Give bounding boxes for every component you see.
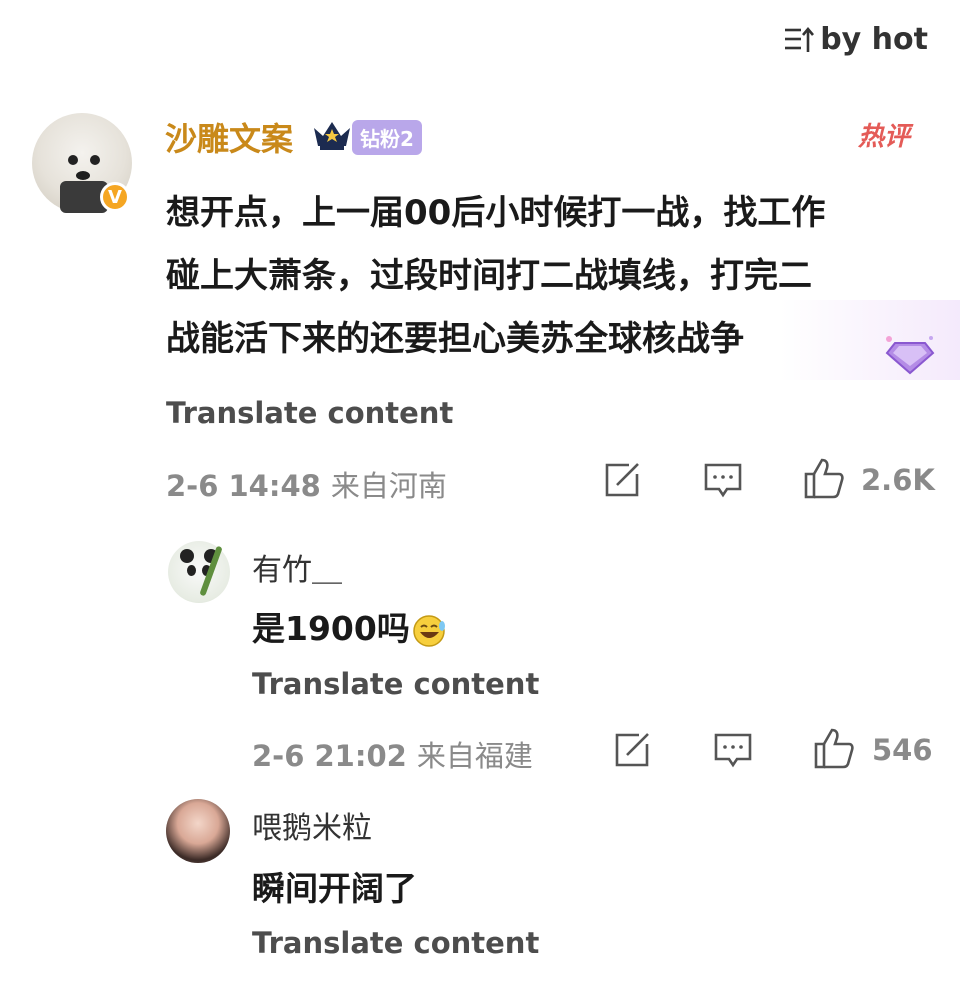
- reply-text-content: 是1900吗: [252, 609, 410, 648]
- fan-level-badge: 钻粉2: [352, 120, 422, 155]
- reply-username[interactable]: 有竹＿: [252, 545, 342, 589]
- avatar[interactable]: [166, 799, 230, 863]
- like-thumb-icon: [804, 458, 844, 499]
- sort-by-hot-button[interactable]: by hot: [784, 22, 928, 57]
- reply-text: 瞬间开阔了: [252, 869, 417, 908]
- comment-text-line: 想开点，上一届00后小时候打一战，找工作: [166, 193, 826, 233]
- like-thumb-icon: [814, 728, 854, 769]
- comment-location: 来自河南: [330, 469, 447, 503]
- translate-content-link[interactable]: Translate content: [166, 396, 453, 430]
- comment-text-line: 战能活下来的还要担心美苏全球核战争: [166, 319, 744, 359]
- comment-icon[interactable]: [713, 732, 753, 770]
- sort-icon: [784, 26, 815, 54]
- gem-icon: [885, 333, 935, 377]
- hot-comment-tag: 热评: [858, 122, 911, 152]
- reply-date: 2-6 21:02: [252, 739, 407, 773]
- like-count: 2.6K: [861, 463, 935, 497]
- reply-meta: 2-6 21:02 来自福建: [252, 733, 533, 775]
- translate-content-link[interactable]: Translate content: [252, 667, 539, 701]
- share-edit-icon[interactable]: [603, 462, 641, 498]
- translate-content-link[interactable]: Translate content: [252, 926, 539, 960]
- like-count: 546: [872, 733, 933, 767]
- comment-text: 想开点，上一届00后小时候打一战，找工作 碰上大萧条，过段时间打二战填线，打完二…: [166, 182, 906, 371]
- comment-icon[interactable]: [703, 462, 743, 500]
- share-edit-icon[interactable]: [613, 732, 651, 768]
- comment-text-line: 碰上大萧条，过段时间打二战填线，打完二: [166, 256, 812, 296]
- reply-username[interactable]: 喂鹅米粒: [252, 803, 372, 847]
- verified-v-icon: V: [100, 182, 130, 212]
- reply-text: 是1900吗: [252, 602, 448, 650]
- like-button[interactable]: [813, 726, 855, 770]
- comment-username[interactable]: 沙雕文案: [165, 114, 293, 160]
- comment-meta: 2-6 14:48 来自河南: [166, 463, 447, 505]
- avatar[interactable]: [168, 541, 230, 603]
- crown-icon: [310, 118, 354, 152]
- like-button[interactable]: [803, 456, 845, 500]
- comment-date: 2-6 14:48: [166, 469, 321, 503]
- sort-label: by hot: [820, 22, 928, 57]
- laugh-emoji-icon: [412, 614, 448, 648]
- reply-location: 来自福建: [416, 739, 533, 773]
